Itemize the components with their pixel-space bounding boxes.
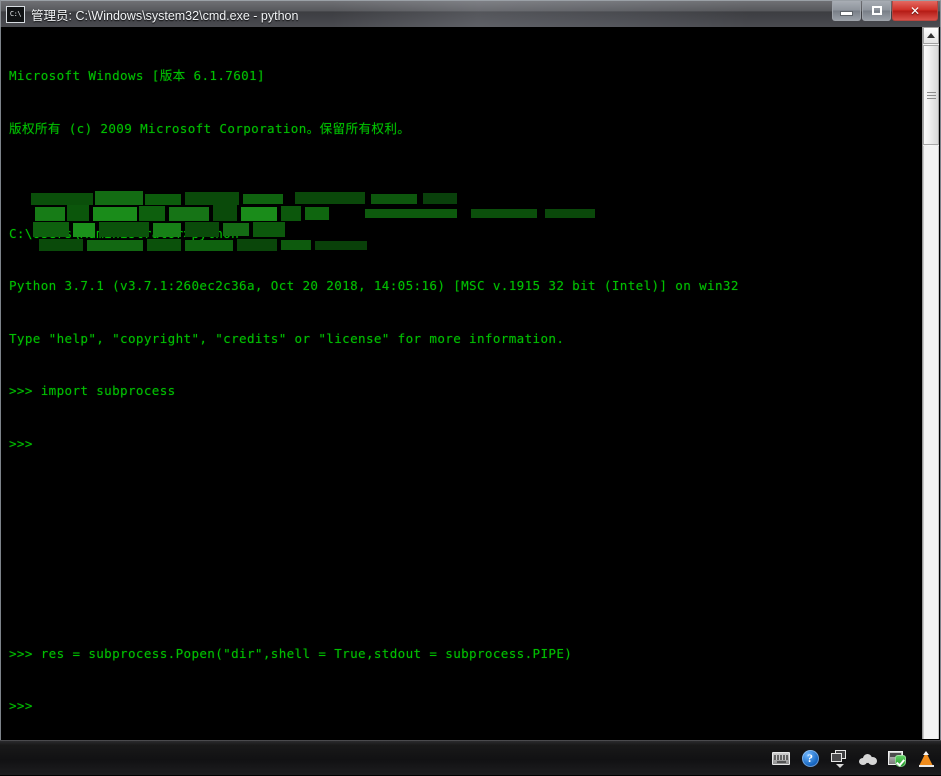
scroll-up-button[interactable] <box>923 27 939 44</box>
console-line: Microsoft Windows [版本 6.1.7601] <box>9 68 265 83</box>
close-button[interactable]: ✕ <box>892 1 938 21</box>
help-question-icon[interactable]: ? <box>801 750 819 768</box>
window-controls: ✕ <box>832 1 938 21</box>
chevron-up-icon <box>927 33 935 38</box>
console-line-redacted <box>9 540 912 558</box>
minimize-button[interactable] <box>832 1 861 21</box>
redacted-output-block <box>9 189 595 259</box>
console-output-area[interactable]: Microsoft Windows [版本 6.1.7601] 版权所有 (c)… <box>0 27 941 741</box>
console-text: Microsoft Windows [版本 6.1.7601] 版权所有 (c)… <box>9 32 912 740</box>
desktop-background: C:\ 管理员: C:\Windows\system32\cmd.exe - p… <box>0 0 941 775</box>
console-line-blank <box>9 172 912 190</box>
console-line-redacted <box>9 487 912 505</box>
close-icon: ✕ <box>909 3 921 18</box>
windows-stack-icon[interactable] <box>830 749 848 768</box>
console-line: 版权所有 (c) 2009 Microsoft Corporation。保留所有… <box>9 120 411 136</box>
console-line: >>> res = subprocess.Popen("dir",shell =… <box>9 645 573 661</box>
shield-check-icon[interactable] <box>888 750 906 768</box>
system-tray: ? <box>772 741 935 776</box>
cmd-console-window: C:\ 管理员: C:\Windows\system32\cmd.exe - p… <box>0 0 941 741</box>
console-line-redacted <box>9 592 912 610</box>
keyboard-ime-icon[interactable] <box>772 750 790 768</box>
scrollbar-track[interactable] <box>923 146 939 739</box>
console-line-prompt: >>> <box>9 435 33 451</box>
console-line: Python 3.7.1 (v3.7.1:260ec2c36a, Oct 20 … <box>9 278 739 293</box>
scrollbar-thumb[interactable] <box>923 45 939 145</box>
minimize-icon <box>833 1 860 20</box>
vlc-cone-icon[interactable] <box>917 750 935 768</box>
scrollbar-grip-icon <box>927 92 936 100</box>
vertical-scrollbar[interactable] <box>922 27 939 739</box>
taskbar[interactable]: ? <box>0 740 941 775</box>
cmd-icon: C:\ <box>6 5 25 23</box>
maximize-icon <box>863 1 890 20</box>
console-line: >>> <box>9 698 33 713</box>
maximize-button[interactable] <box>862 1 891 21</box>
console-line: Type "help", "copyright", "credits" or "… <box>9 330 565 346</box>
window-title: 管理员: C:\Windows\system32\cmd.exe - pytho… <box>31 8 299 23</box>
cloud-icon[interactable] <box>859 750 877 768</box>
window-titlebar[interactable]: C:\ 管理员: C:\Windows\system32\cmd.exe - p… <box>0 0 941 27</box>
console-line: >>> import subprocess <box>9 383 176 398</box>
